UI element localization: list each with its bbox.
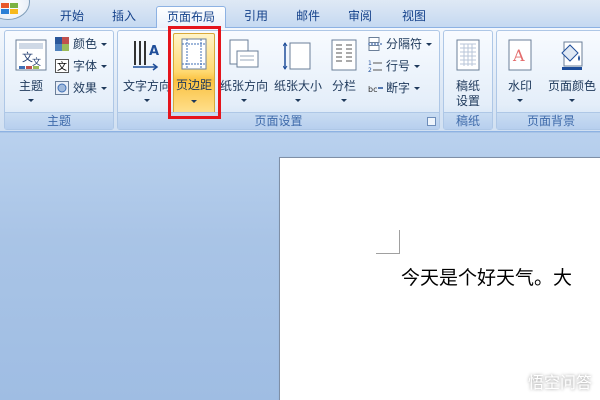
svg-text:1: 1	[368, 60, 372, 67]
watermark-button[interactable]: A 水印	[499, 35, 541, 113]
hyphenation-icon: bc	[368, 85, 383, 94]
page-color-button[interactable]: 页面颜色	[543, 35, 600, 113]
svg-text:A: A	[512, 46, 525, 65]
page-color-dropdown-icon	[569, 99, 575, 102]
draft-paper-icon	[456, 39, 480, 71]
page-background-group: A 水印 页面颜色 页面背景	[496, 30, 600, 130]
tab-insert[interactable]: 插入	[102, 6, 146, 28]
fonts-label: 字体	[73, 59, 98, 73]
page-color-label: 页面颜色	[547, 79, 596, 93]
columns-label: 分栏	[331, 79, 356, 93]
theme-group-label: 主题	[5, 112, 113, 129]
breaks-dropdown-icon	[426, 43, 433, 46]
site-watermark-text: 悟空问答	[527, 373, 592, 392]
colors-label: 颜色	[73, 37, 98, 51]
orientation-button[interactable]: 纸张方向	[219, 35, 269, 113]
text-direction-icon: A	[133, 41, 159, 71]
page-setup-group-label: 页面设置	[118, 112, 439, 129]
size-dropdown-icon	[295, 99, 301, 102]
line-numbers-dropdown-icon	[414, 65, 421, 68]
orientation-icon	[229, 39, 259, 68]
text-direction-dropdown-icon	[144, 99, 150, 102]
effects-dropdown-icon	[101, 87, 108, 90]
svg-text:A: A	[149, 44, 159, 59]
page-setup-dialog-launcher-icon[interactable]	[427, 117, 436, 126]
theme-font-icon: 文	[55, 59, 69, 73]
theme-group: 文 文 主题 颜色 文 字体 效果 主题	[4, 30, 114, 130]
tab-references[interactable]: 引用	[234, 6, 278, 28]
theme-button-label: 主题	[18, 79, 43, 93]
fonts-dropdown-icon	[101, 65, 108, 68]
document-page[interactable]: 今天是个好天气。大	[279, 157, 600, 400]
watermark-label: 水印	[507, 79, 532, 93]
text-direction-label: 文字方向	[122, 79, 171, 93]
margin-corner-mark	[376, 230, 400, 254]
columns-button[interactable]: 分栏	[326, 35, 362, 113]
draft-paper-group-label: 稿纸	[444, 112, 492, 129]
wukong-logo-icon	[506, 373, 524, 391]
paper-size-icon	[283, 42, 311, 70]
watermark-dropdown-icon	[517, 99, 523, 102]
tab-review[interactable]: 审阅	[338, 6, 382, 28]
effects-label: 效果	[73, 81, 98, 95]
theme-dropdown-icon	[28, 99, 34, 102]
svg-text:2: 2	[368, 67, 372, 73]
hyphenation-dropdown-icon	[414, 87, 421, 90]
ribbon-tab-bar: 开始 插入 页面布局 引用 邮件 审阅 视图	[0, 0, 600, 28]
site-watermark: 悟空问答	[506, 372, 592, 394]
orientation-label: 纸张方向	[219, 79, 268, 93]
columns-dropdown-icon	[341, 99, 347, 102]
page-setup-group: A 文字方向 页边距 纸张方向 纸张大小 分栏 分隔符 1 2 行号 bc 断字…	[117, 30, 440, 130]
draft-settings-label-line2: 设置	[455, 94, 480, 108]
page-color-icon	[561, 41, 583, 70]
color-palette-icon	[55, 37, 69, 51]
document-body-text[interactable]: 今天是个好天气。大	[401, 263, 572, 290]
effects-icon	[55, 81, 69, 95]
tab-view[interactable]: 视图	[392, 6, 436, 28]
breaks-icon	[368, 37, 382, 51]
size-label: 纸张大小	[273, 79, 322, 93]
draft-settings-button[interactable]: 稿纸 设置	[446, 35, 490, 113]
colors-dropdown-icon	[101, 43, 108, 46]
svg-text:文: 文	[57, 60, 67, 73]
page-background-group-label: 页面背景	[497, 112, 600, 129]
watermark-icon: A	[508, 39, 532, 71]
draft-paper-group: 稿纸 设置 稿纸	[443, 30, 493, 130]
size-button[interactable]: 纸张大小	[272, 35, 324, 113]
office-logo-icon	[1, 3, 18, 14]
line-numbers-label: 行号	[386, 59, 411, 73]
tab-page-layout[interactable]: 页面布局	[156, 6, 226, 28]
office-button[interactable]	[0, 0, 30, 20]
highlight-annotation	[168, 26, 221, 119]
text-direction-button[interactable]: A 文字方向	[122, 35, 172, 113]
tab-home[interactable]: 开始	[50, 6, 94, 28]
document-workspace: 今天是个好天气。大 悟空问答	[0, 133, 600, 400]
line-numbers-icon: 1 2	[368, 60, 382, 73]
breaks-label: 分隔符	[386, 37, 423, 51]
orientation-dropdown-icon	[241, 99, 247, 102]
columns-icon	[331, 39, 357, 71]
hyphenation-label: 断字	[386, 81, 411, 95]
theme-button[interactable]: 文 文 主题	[9, 35, 53, 113]
theme-icon: 文 文	[15, 39, 47, 71]
tab-mailings[interactable]: 邮件	[286, 6, 330, 28]
svg-text:bc: bc	[368, 85, 377, 94]
ribbon: 文 文 主题 颜色 文 字体 效果 主题 A 文字方向 页边距 纸张方向 纸张大…	[0, 26, 600, 132]
